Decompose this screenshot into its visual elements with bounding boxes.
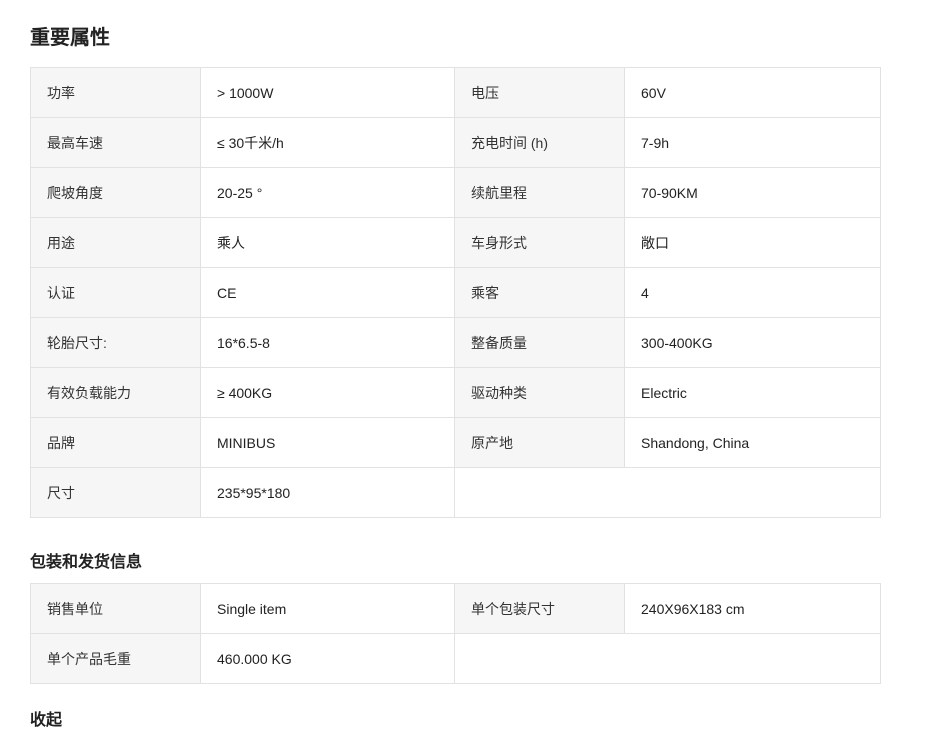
attribute-value: 7-9h <box>624 117 881 168</box>
attribute-label: 充电时间 (h) <box>454 117 625 168</box>
attribute-label: 最高车速 <box>30 117 201 168</box>
packaging-row: 销售单位 Single item 单个包装尺寸 240X96X183 cm <box>30 583 881 634</box>
empty-cell <box>454 633 881 684</box>
key-attribute-row: 轮胎尺寸: 16*6.5-8 整备质量 300-400KG <box>30 317 881 368</box>
attribute-label: 用途 <box>30 217 201 268</box>
attribute-value: 60V <box>624 67 881 118</box>
key-attribute-row: 功率 > 1000W 电压 60V <box>30 67 881 118</box>
attribute-value: 460.000 KG <box>200 633 455 684</box>
attribute-value: 16*6.5-8 <box>200 317 455 368</box>
key-attribute-row: 有效负载能力 ≥ 400KG 驱动种类 Electric <box>30 367 881 418</box>
attribute-label: 整备质量 <box>454 317 625 368</box>
attribute-value: MINIBUS <box>200 417 455 468</box>
attribute-value: > 1000W <box>200 67 455 118</box>
attribute-label: 爬坡角度 <box>30 167 201 218</box>
attribute-value: 70-90KM <box>624 167 881 218</box>
attribute-label: 有效负载能力 <box>30 367 201 418</box>
attribute-value: CE <box>200 267 455 318</box>
key-attribute-row: 用途 乘人 车身形式 敞口 <box>30 217 881 268</box>
key-attribute-row: 最高车速 ≤ 30千米/h 充电时间 (h) 7-9h <box>30 117 881 168</box>
packaging-row: 单个产品毛重 460.000 KG <box>30 633 881 684</box>
attribute-label: 车身形式 <box>454 217 625 268</box>
attribute-value: Shandong, China <box>624 417 881 468</box>
attribute-value: Single item <box>200 583 455 634</box>
key-attribute-row: 品牌 MINIBUS 原产地 Shandong, China <box>30 417 881 468</box>
attribute-label: 单个包装尺寸 <box>454 583 625 634</box>
collapse-link[interactable]: 收起 <box>30 706 62 730</box>
attribute-label: 尺寸 <box>30 467 201 518</box>
attribute-label: 轮胎尺寸: <box>30 317 201 368</box>
attribute-label: 驱动种类 <box>454 367 625 418</box>
attribute-label: 销售单位 <box>30 583 201 634</box>
attribute-value: 240X96X183 cm <box>624 583 881 634</box>
attribute-value: 300-400KG <box>624 317 881 368</box>
empty-cell <box>454 467 881 518</box>
packaging-title: 包装和发货信息 <box>30 554 143 571</box>
attribute-value: 乘人 <box>200 217 455 268</box>
attribute-label: 乘客 <box>454 267 625 318</box>
attribute-value: ≥ 400KG <box>200 367 455 418</box>
key-attributes-table: 功率 > 1000W 电压 60V 最高车速 ≤ 30千米/h 充电时间 (h) 7-9h 爬坡… <box>30 67 881 518</box>
key-attribute-row: 认证 CE 乘客 4 <box>30 267 881 318</box>
attribute-label: 功率 <box>30 67 201 118</box>
attribute-label: 单个产品毛重 <box>30 633 201 684</box>
attribute-value: ≤ 30千米/h <box>200 117 455 168</box>
attribute-value: 4 <box>624 267 881 318</box>
attribute-value: 敞口 <box>624 217 881 268</box>
attribute-value: 235*95*180 <box>200 467 455 518</box>
attribute-label: 电压 <box>454 67 625 118</box>
key-attribute-row: 爬坡角度 20-25 ° 续航里程 70-90KM <box>30 167 881 218</box>
attribute-label: 续航里程 <box>454 167 625 218</box>
attribute-label: 品牌 <box>30 417 201 468</box>
key-attributes-title: 重要属性 <box>30 27 110 49</box>
key-attribute-row: 尺寸 235*95*180 <box>30 467 881 518</box>
attribute-value: 20-25 ° <box>200 167 455 218</box>
attribute-value: Electric <box>624 367 881 418</box>
packaging-table: 销售单位 Single item 单个包装尺寸 240X96X183 cm 单个产品毛重… <box>30 583 881 684</box>
attribute-label: 原产地 <box>454 417 625 468</box>
attribute-label: 认证 <box>30 267 201 318</box>
